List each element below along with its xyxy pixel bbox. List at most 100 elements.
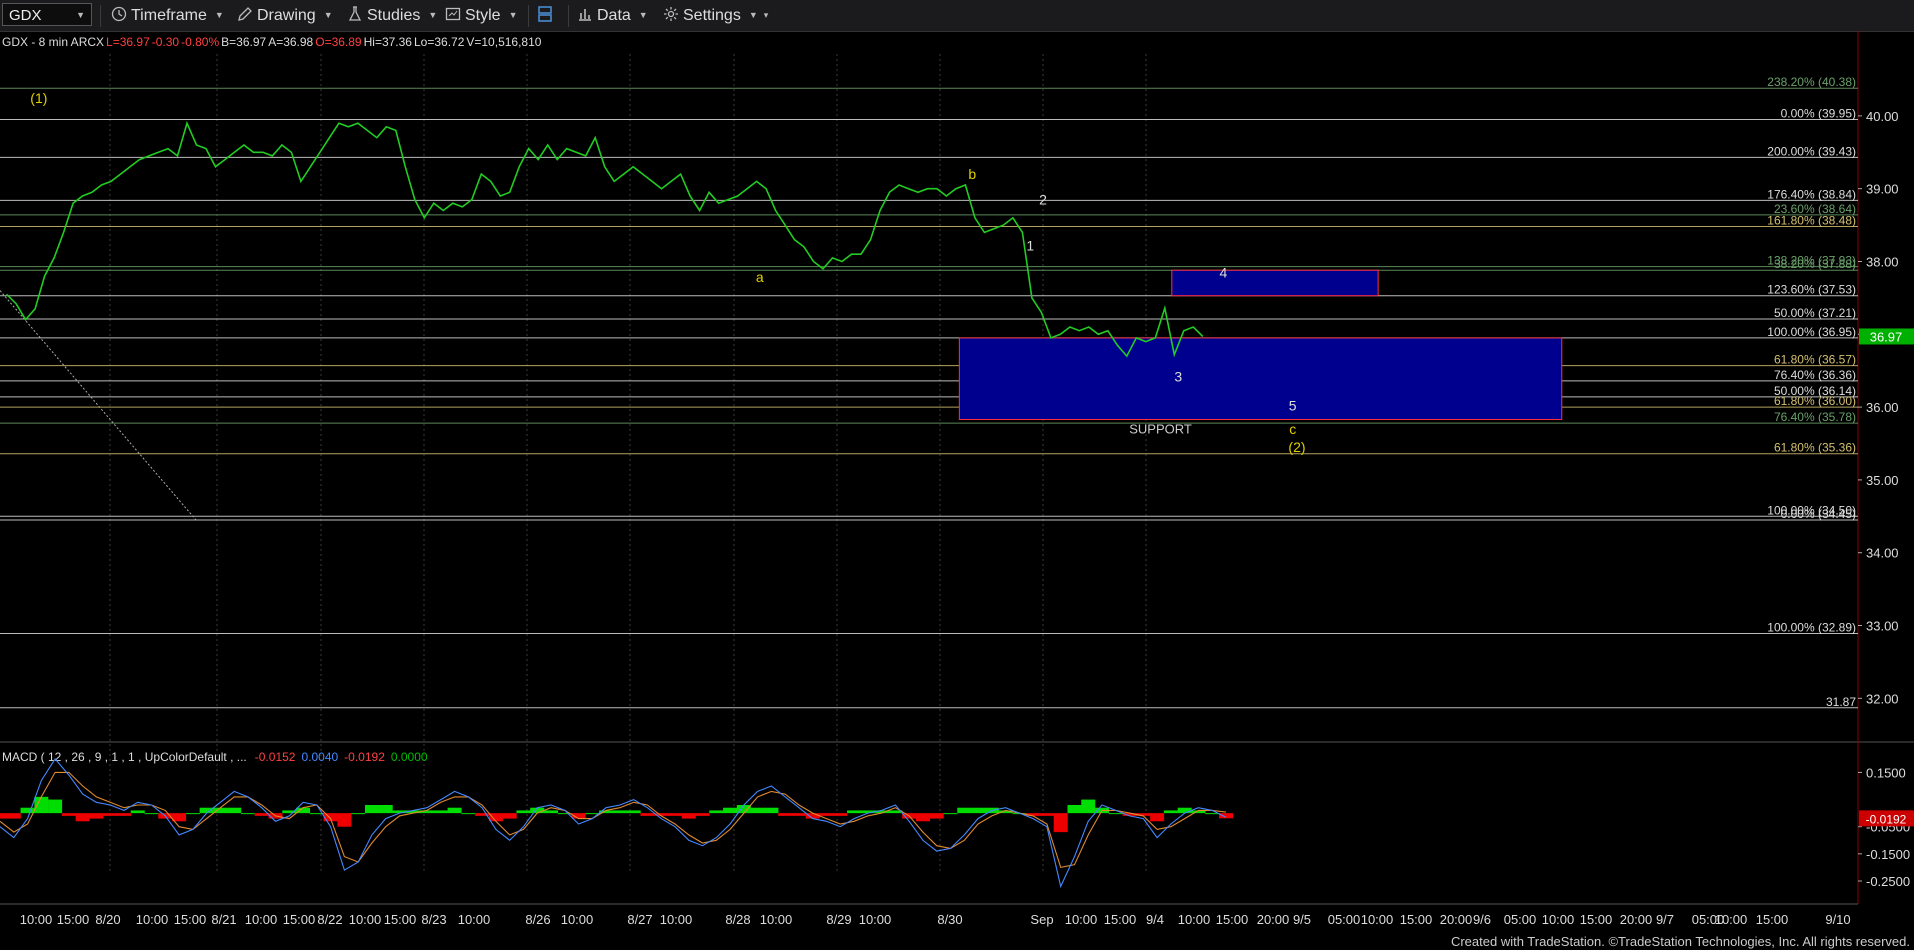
style-menu[interactable]: Style ▼ xyxy=(444,6,518,26)
macd-title: MACD ( 12 , 26 , 9 , 1 , 1 , UpColorDefa… xyxy=(2,750,247,764)
macd-histogram-bar xyxy=(833,813,848,816)
x-tick-label: 10:00 xyxy=(1542,912,1575,927)
pencil-icon xyxy=(238,7,252,21)
studies-menu[interactable]: Studies ▼ xyxy=(346,6,437,26)
macd-y-tick-label: 0.1500 xyxy=(1866,765,1906,780)
macd-histogram-bar xyxy=(116,813,131,816)
layout-button[interactable] xyxy=(536,6,557,26)
y-tick-label: 38.00 xyxy=(1866,254,1899,269)
macd-histogram-bar xyxy=(488,813,503,822)
x-tick-label: 15:00 xyxy=(1580,912,1613,927)
style-icon xyxy=(445,7,461,21)
fib-level-label: 61.80% (36.00) xyxy=(1774,394,1856,408)
macd-histogram-bar xyxy=(764,807,779,814)
data-menu[interactable]: Data ▼ xyxy=(576,6,648,26)
header-value: GDX - 8 min ARCX xyxy=(2,35,104,49)
wave-label: a xyxy=(756,269,764,285)
x-tick-label: 8/26 xyxy=(525,912,550,927)
y-tick-label: 33.00 xyxy=(1866,619,1899,634)
wave-label: 4 xyxy=(1220,265,1228,281)
support-zone[interactable] xyxy=(1171,269,1379,297)
macd-histogram-bar xyxy=(1163,810,1178,814)
x-tick-label: 10:00 xyxy=(20,912,53,927)
macd-histogram-bar xyxy=(681,813,696,819)
header-value: A=36.98 xyxy=(268,35,313,49)
x-tick-label: 20:00 xyxy=(1440,912,1473,927)
macd-histogram-bar xyxy=(34,796,49,814)
x-tick-label: 8/20 xyxy=(95,912,120,927)
fib-level-label: 38.20% (37.88) xyxy=(1774,257,1856,271)
macd-histogram-bar xyxy=(447,807,462,814)
fib-level-label: 176.40% (38.84) xyxy=(1767,187,1856,201)
price-chart[interactable]: 238.20% (40.38) 0.00% (39.95) 200.00% (39.… xyxy=(0,31,1914,934)
macd-histogram-bar xyxy=(1053,813,1068,833)
support-zone[interactable] xyxy=(958,337,1563,420)
macd-histogram-bar xyxy=(1219,813,1233,819)
settings-menu[interactable]: Settings ▼ ▾ xyxy=(662,6,768,26)
macd-histogram-bar xyxy=(1039,813,1054,816)
x-tick-label: 15:00 xyxy=(1756,912,1789,927)
x-tick-label: 8/29 xyxy=(826,912,851,927)
x-tick-label: 10:00 xyxy=(1715,912,1748,927)
x-tick-label: 10:00 xyxy=(859,912,892,927)
fib-level-label: 0.00% (34.45) xyxy=(1781,507,1856,521)
macd-histogram-bar xyxy=(626,810,641,814)
macd-histogram-bar xyxy=(461,813,476,815)
fib-level-label: 61.80% (36.57) xyxy=(1774,353,1856,367)
fib-level-label: 200.00% (39.43) xyxy=(1767,144,1856,158)
x-tick-label: 8/23 xyxy=(421,912,446,927)
fib-level-label: 100.00% (32.89) xyxy=(1767,621,1856,635)
wave-label: 2 xyxy=(1039,192,1047,208)
fib-level-label: 161.80% (38.48) xyxy=(1767,214,1856,228)
macd-histogram-bar xyxy=(6,813,21,819)
macd-histogram-bar xyxy=(695,813,710,816)
x-tick-label: 9/5 xyxy=(1293,912,1311,927)
y-tick-label: 32.00 xyxy=(1866,691,1899,706)
macd-histogram-bar xyxy=(612,810,627,814)
footer-credit: Created with TradeStation. ©TradeStation… xyxy=(1450,934,1910,949)
fib-level-label: 61.80% (35.36) xyxy=(1774,441,1856,455)
macd-histogram-bar xyxy=(1108,813,1123,815)
symbol-selector[interactable]: GDX ▼ xyxy=(2,3,92,26)
macd-histogram-bar xyxy=(819,813,834,816)
macd-histogram-bar xyxy=(254,813,269,816)
x-tick-label: 10:00 xyxy=(458,912,491,927)
macd-histogram-bar xyxy=(805,813,820,819)
x-tick-label: 10:00 xyxy=(136,912,169,927)
header-value: L=36.97 xyxy=(106,35,150,49)
x-tick-label: 15:00 xyxy=(283,912,316,927)
macd-histogram-bar xyxy=(61,813,76,816)
y-tick-label: 40.00 xyxy=(1866,109,1899,124)
x-tick-label: 8/27 xyxy=(627,912,652,927)
y-tick-label: 39.00 xyxy=(1866,182,1899,197)
gear-icon xyxy=(664,7,678,21)
x-tick-label: 15:00 xyxy=(1400,912,1433,927)
macd-histogram-bar xyxy=(296,807,311,814)
header-value: B=36.97 xyxy=(221,35,266,49)
wave-label: c xyxy=(1289,421,1296,437)
x-tick-label: 10:00 xyxy=(660,912,693,927)
macd-histogram-bar xyxy=(778,813,793,816)
x-tick-label: 8/30 xyxy=(937,912,962,927)
wave-label: 5 xyxy=(1289,398,1297,414)
macd-histogram-bar xyxy=(791,813,806,816)
clock-icon xyxy=(111,6,127,22)
fib-level-label: 238.20% (40.38) xyxy=(1767,75,1856,89)
x-tick-label: 20:00 xyxy=(1620,912,1653,927)
macd-histogram-bar xyxy=(199,807,214,814)
macd-histogram-bar xyxy=(502,813,517,819)
timeframe-menu[interactable]: Timeframe ▼ xyxy=(110,6,224,26)
x-tick-label: 15:00 xyxy=(1104,912,1137,927)
drawing-menu[interactable]: Drawing ▼ xyxy=(236,6,333,26)
x-tick-label: 15:00 xyxy=(384,912,417,927)
y-tick-label: 36.00 xyxy=(1866,400,1899,415)
macd-histogram-bar xyxy=(943,813,958,815)
macd-histogram-bar xyxy=(750,807,765,814)
data-label: Data xyxy=(597,7,631,24)
x-tick-label: 9/7 xyxy=(1656,912,1674,927)
macd-histogram-bar xyxy=(337,813,352,827)
macd-histogram-bar xyxy=(378,805,393,814)
macd-histogram-bar xyxy=(723,807,738,814)
macd-histogram-bar xyxy=(1150,813,1165,822)
header-value: V=10,516,810 xyxy=(466,35,541,49)
